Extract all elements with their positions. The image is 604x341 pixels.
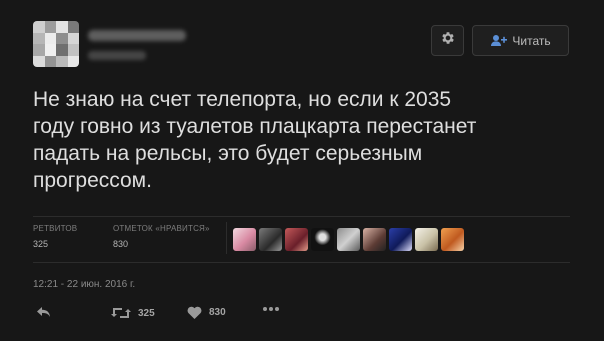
retweets-label[interactable]: РЕТВИТОВ	[33, 224, 77, 233]
user-name-blurred[interactable]	[88, 30, 186, 41]
follow-label: Читать	[512, 33, 551, 48]
likes-label[interactable]: ОТМЕТОК «НРАВИТСЯ»	[113, 224, 210, 233]
settings-button[interactable]	[431, 25, 464, 56]
tweet-timestamp[interactable]: 12:21 - 22 июн. 2016 г.	[33, 279, 135, 290]
reply-icon	[36, 306, 51, 318]
heart-icon	[187, 306, 202, 319]
stats-separator	[226, 222, 227, 254]
follow-button[interactable]: Читать	[472, 25, 569, 56]
like-count: 830	[209, 307, 226, 318]
liker-avatar[interactable]	[259, 228, 282, 251]
stats-top-divider	[33, 216, 570, 217]
retweet-icon	[111, 306, 131, 320]
liked-by-avatars	[233, 228, 464, 251]
like-button[interactable]: 830	[187, 306, 226, 319]
retweets-count[interactable]: 325	[33, 239, 48, 249]
reply-button[interactable]	[36, 306, 51, 318]
liker-avatar[interactable]	[389, 228, 412, 251]
user-handle-blurred[interactable]	[88, 51, 146, 60]
more-icon	[262, 306, 280, 312]
gear-icon	[440, 30, 456, 51]
add-user-icon	[490, 34, 508, 47]
stats-bottom-divider	[33, 262, 570, 263]
retweet-count: 325	[138, 307, 155, 319]
retweet-button[interactable]: 325	[111, 306, 155, 320]
tweet-text: Не знаю на счет телепорта, но если к 203…	[33, 88, 477, 192]
liker-avatar[interactable]	[233, 228, 256, 251]
liker-avatar[interactable]	[441, 228, 464, 251]
liker-avatar[interactable]	[285, 228, 308, 251]
liker-avatar[interactable]	[311, 228, 334, 251]
likes-count[interactable]: 830	[113, 239, 128, 249]
liker-avatar[interactable]	[363, 228, 386, 251]
avatar[interactable]	[33, 21, 79, 67]
liker-avatar[interactable]	[337, 228, 360, 251]
liker-avatar[interactable]	[415, 228, 438, 251]
more-button[interactable]	[262, 306, 280, 312]
